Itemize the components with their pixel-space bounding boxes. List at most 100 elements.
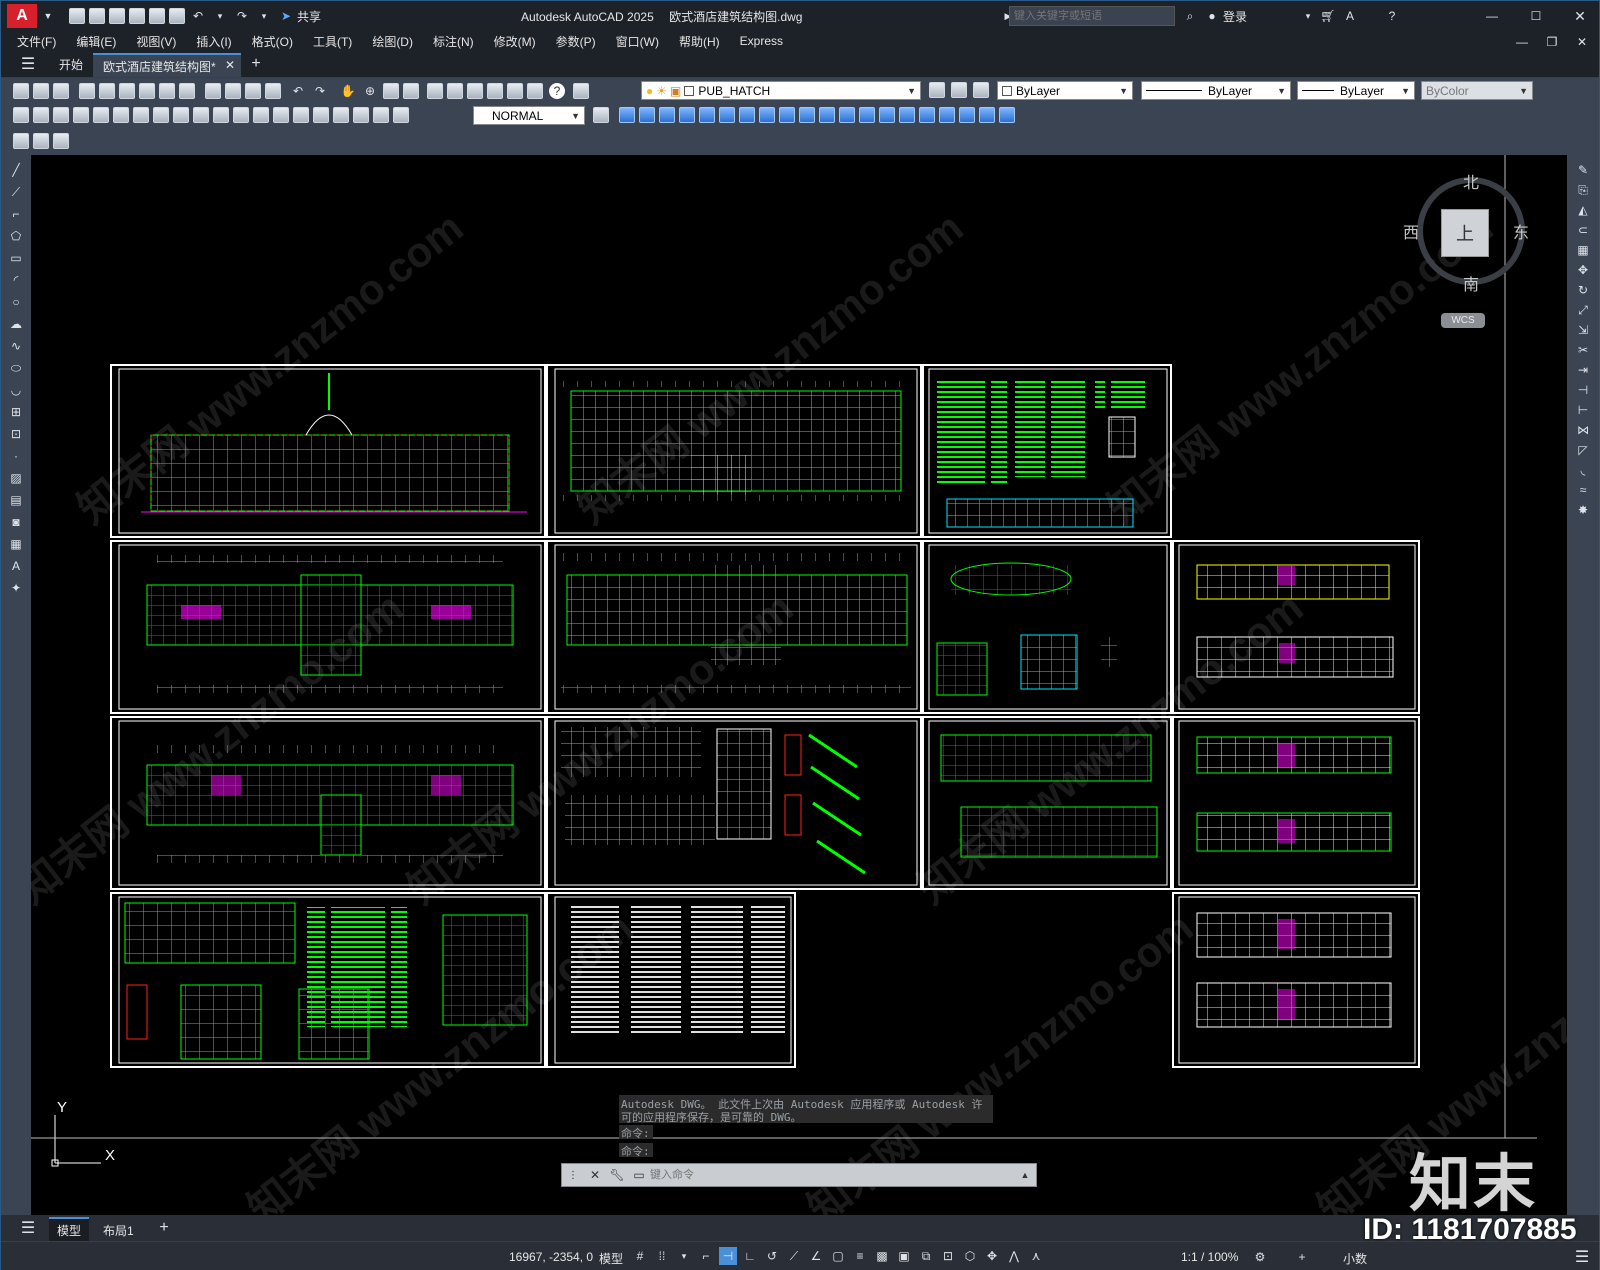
tab-document[interactable]: 欧式酒店建筑结构图* ✕ <box>93 53 241 77</box>
save-as-icon[interactable] <box>129 8 145 24</box>
drawing-canvas[interactable]: 知末网 www.znzmo.com 知末网 www.znzmo.com 知末网 … <box>31 155 1567 1215</box>
app-menu-chevron-icon[interactable]: ▼ <box>39 7 57 25</box>
publish-icon[interactable] <box>149 8 165 24</box>
annotation-visibility-icon[interactable]: ⋀ <box>1005 1247 1023 1265</box>
toolbar-help-icon[interactable]: ? <box>549 83 565 99</box>
insert-block-icon[interactable]: ⊞ <box>7 403 25 421</box>
quick-dim-icon[interactable] <box>173 107 189 123</box>
qnew-icon[interactable] <box>13 83 29 99</box>
open-file-icon[interactable] <box>89 8 105 24</box>
break-at-point-icon[interactable]: ⊣ <box>1574 381 1592 399</box>
new-tab-icon[interactable]: + <box>247 55 265 73</box>
pan-icon[interactable]: ✋ <box>339 82 357 100</box>
help-search-field[interactable] <box>1010 7 1174 25</box>
command-close-icon[interactable]: ✕ <box>586 1166 604 1184</box>
grid-icon[interactable]: # <box>631 1247 649 1265</box>
offset-icon[interactable]: ⊂ <box>1574 221 1592 239</box>
rotate-icon[interactable]: ↻ <box>1574 281 1592 299</box>
doc-restore-icon[interactable]: ❐ <box>1543 33 1561 51</box>
extend-icon[interactable]: ⇥ <box>1574 361 1592 379</box>
rectangle-icon[interactable]: ▭ <box>7 249 25 267</box>
region-icon[interactable]: ◙ <box>7 513 25 531</box>
revolve-icon[interactable] <box>859 107 875 123</box>
dim-diameter-icon[interactable] <box>133 107 149 123</box>
zoom-window-icon[interactable] <box>383 83 399 99</box>
menu-tools[interactable]: 工具(T) <box>313 33 352 50</box>
spline-icon[interactable]: ∿ <box>7 337 25 355</box>
mirror-icon[interactable]: ◭ <box>1574 201 1592 219</box>
attribute-edit-icon[interactable] <box>33 133 49 149</box>
command-expand-icon[interactable]: ▲ <box>1016 1166 1034 1184</box>
customize-qat-icon[interactable]: ▾ <box>255 7 273 25</box>
clipboard-icon[interactable] <box>245 83 261 99</box>
block-attribute-icon[interactable] <box>53 133 69 149</box>
layer-state-icon[interactable] <box>973 82 989 98</box>
selection-filter-icon[interactable]: ⬡ <box>961 1247 979 1265</box>
dim-text-edit-icon[interactable] <box>373 107 389 123</box>
pyramid-icon[interactable] <box>739 107 755 123</box>
break-icon[interactable]: ⊢ <box>1574 401 1592 419</box>
scale-icon[interactable]: ⤢ <box>1574 301 1592 319</box>
dim-edit-icon[interactable] <box>353 107 369 123</box>
dim-aligned-icon[interactable] <box>33 107 49 123</box>
dim-angular-icon[interactable] <box>153 107 169 123</box>
polar-tracking-icon[interactable]: ↺ <box>763 1247 781 1265</box>
ellipse-arc-icon[interactable]: ◡ <box>7 381 25 399</box>
linetype-dropdown[interactable]: ByLayer ▼ <box>1141 81 1291 100</box>
plotstyle-dropdown[interactable]: ByColor ▼ <box>1421 81 1533 100</box>
inspection-icon[interactable] <box>313 107 329 123</box>
subtract-icon[interactable] <box>919 107 935 123</box>
construction-line-icon[interactable]: ⟋ <box>7 183 25 201</box>
chamfer-icon[interactable]: ◸ <box>1574 441 1592 459</box>
tab-layout1[interactable]: 布局1 <box>95 1219 142 1242</box>
dim-ordinate-icon[interactable] <box>73 107 89 123</box>
polyline-icon[interactable]: ⌐ <box>7 205 25 223</box>
jogged-linear-icon[interactable] <box>333 107 349 123</box>
match-properties-icon[interactable] <box>205 83 221 99</box>
extrude-icon[interactable] <box>799 107 815 123</box>
new-file-icon[interactable] <box>69 8 85 24</box>
compass-west[interactable]: 西 <box>1403 219 1419 243</box>
menu-help[interactable]: 帮助(H) <box>679 33 720 50</box>
snap-dropdown-icon[interactable]: ▾ <box>675 1247 693 1265</box>
compass-north[interactable]: 北 <box>1463 169 1479 193</box>
login-dropdown-icon[interactable]: ▾ <box>1299 7 1317 25</box>
maximize-icon[interactable]: ☐ <box>1527 7 1545 25</box>
transparency-icon[interactable]: ▩ <box>873 1247 891 1265</box>
zoom-realtime-icon[interactable]: ⊕ <box>361 82 379 100</box>
annotation-scale[interactable]: 1:1 / 100% <box>1181 1250 1238 1264</box>
center-mark-icon[interactable] <box>293 107 309 123</box>
lineweight-icon[interactable]: ≡ <box>851 1247 869 1265</box>
design-center-icon[interactable] <box>447 83 463 99</box>
print-icon[interactable] <box>79 83 95 99</box>
redo-icon[interactable]: ↷ <box>233 7 251 25</box>
viewcube-top-face[interactable]: 上 <box>1441 209 1489 257</box>
gradient-icon[interactable]: ▤ <box>7 491 25 509</box>
dynamic-ucs-icon[interactable]: ⊡ <box>939 1247 957 1265</box>
command-recent-icon[interactable]: ▭ <box>630 1166 648 1184</box>
point-icon[interactable]: · <box>7 447 25 465</box>
layer-previous-icon[interactable] <box>951 82 967 98</box>
gizmo-icon[interactable]: ✥ <box>983 1247 1001 1265</box>
hatch-icon[interactable]: ▨ <box>7 469 25 487</box>
undo-icon[interactable]: ↶ <box>189 7 207 25</box>
tab-model[interactable]: 模型 <box>49 1217 90 1242</box>
tab-close-icon[interactable]: ✕ <box>225 58 235 72</box>
intersect-icon[interactable] <box>939 107 955 123</box>
fillet-icon[interactable]: ◟ <box>1574 461 1592 479</box>
sphere-icon[interactable] <box>679 107 695 123</box>
cart-icon[interactable]: 🛒︎ <box>1319 7 1337 25</box>
ellipse-icon[interactable]: ⬭ <box>7 359 25 377</box>
copy-object-icon[interactable]: ⎘ <box>1574 181 1592 199</box>
tab-start[interactable]: 开始 <box>49 53 95 75</box>
object-snap-tracking-icon[interactable]: ∠ <box>807 1247 825 1265</box>
dynamic-input-icon[interactable]: ⊣ <box>719 1247 737 1265</box>
layer-properties-icon[interactable] <box>573 83 589 99</box>
menu-dimension[interactable]: 标注(N) <box>433 33 474 50</box>
tool-palette-icon[interactable] <box>467 83 483 99</box>
command-input[interactable] <box>650 1166 1014 1184</box>
cursor-coordinates[interactable]: 16967, -2354, 0 <box>509 1250 593 1264</box>
cylinder-icon[interactable] <box>699 107 715 123</box>
menu-parametric[interactable]: 参数(P) <box>556 33 596 50</box>
stretch-icon[interactable]: ⇲ <box>1574 321 1592 339</box>
